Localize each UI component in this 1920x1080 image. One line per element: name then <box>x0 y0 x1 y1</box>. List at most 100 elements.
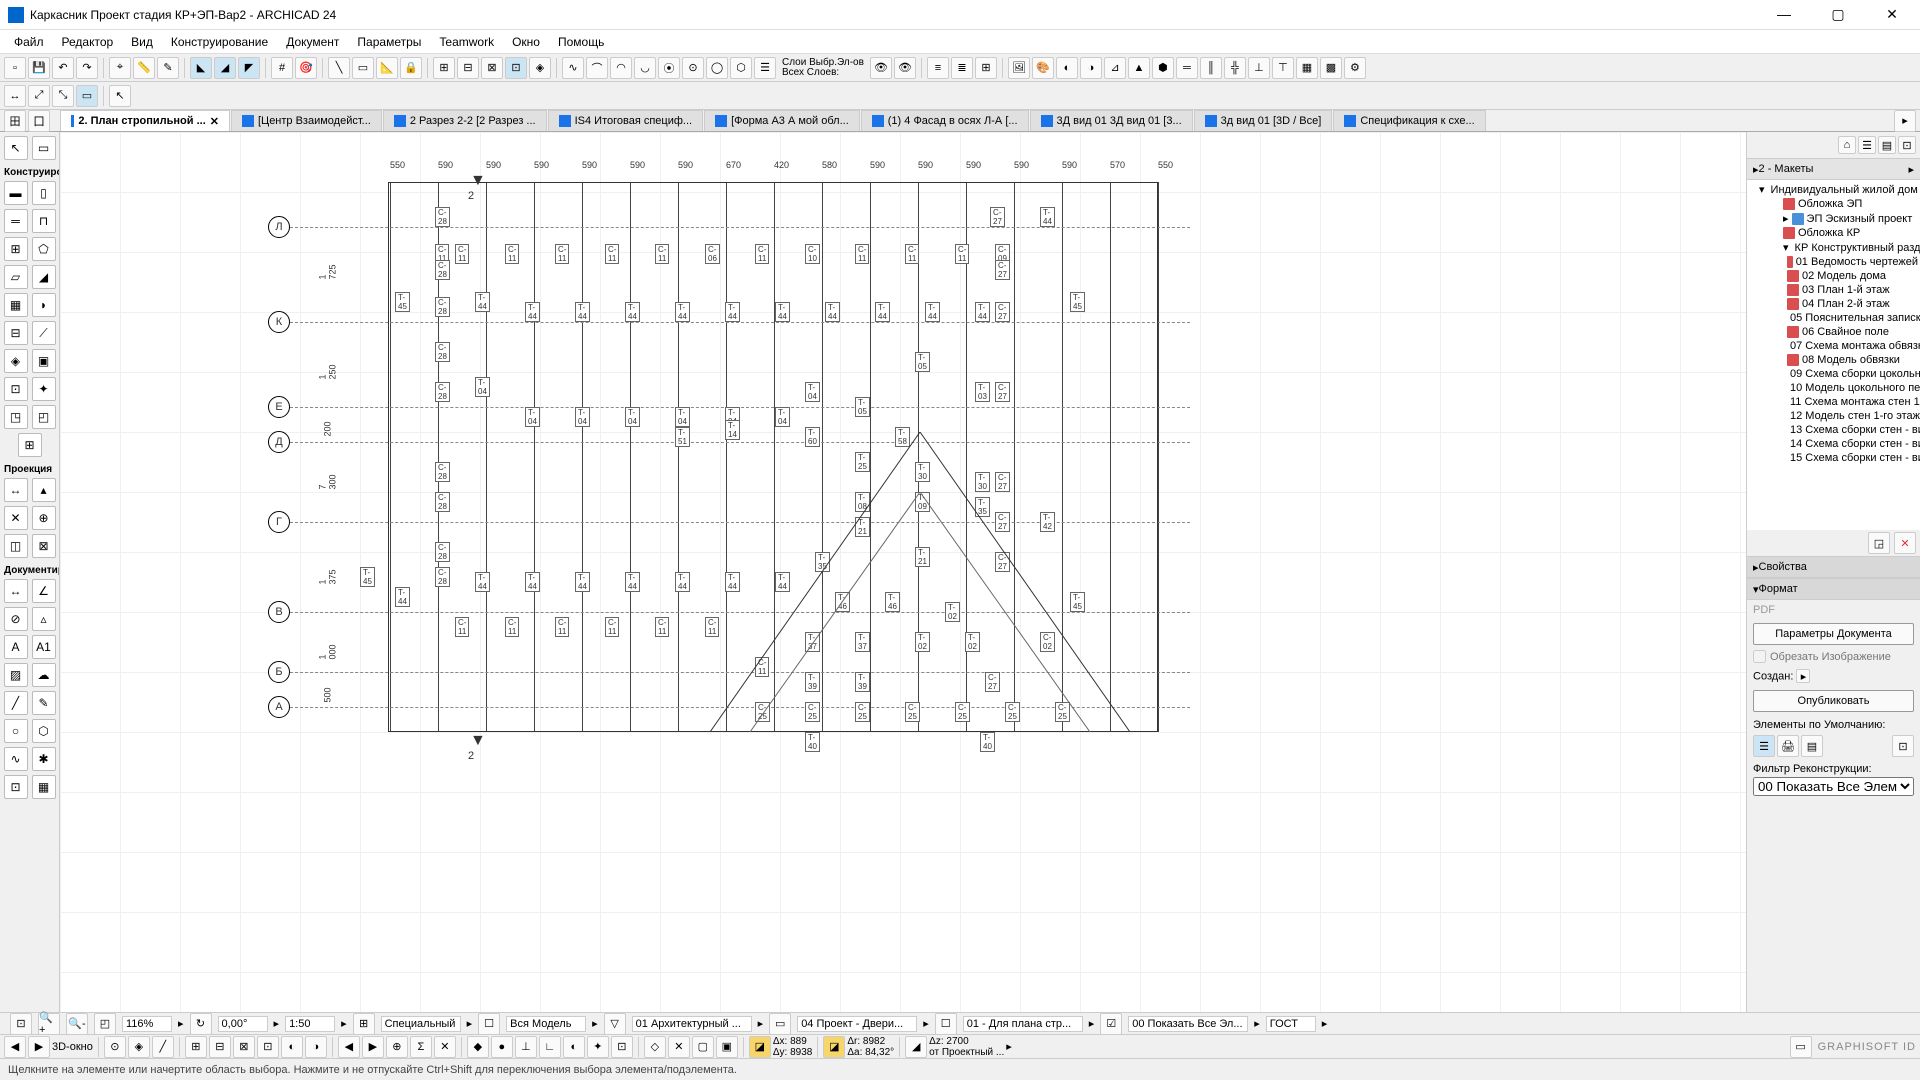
cloud-tool-icon[interactable]: ☁ <box>32 663 56 687</box>
nav-tree-icon[interactable]: ☰ <box>1858 136 1876 154</box>
nav-home-icon[interactable]: ⌂ <box>1838 136 1856 154</box>
tab-close-icon[interactable]: ✕ <box>210 115 219 128</box>
tree-root[interactable]: ▾Индивидуальный жилой дом в п. <box>1747 182 1920 197</box>
layercombo-icon[interactable]: ▽ <box>604 1013 626 1035</box>
doc-params-button[interactable]: Параметры Документа <box>1753 623 1914 645</box>
menu-construction[interactable]: Конструирование <box>163 33 276 51</box>
layer-combo3[interactable]: 01 - Для плана стр... <box>963 1016 1083 1032</box>
fill-tool-icon[interactable]: ▨ <box>4 663 28 687</box>
c16-icon[interactable]: ● <box>491 1036 513 1058</box>
tab-5[interactable]: (1) 4 Фасад в осях Л-А [... <box>861 110 1029 131</box>
def4-icon[interactable]: ⊡ <box>1892 735 1914 757</box>
render15-icon[interactable]: ⚙ <box>1344 57 1366 79</box>
zoom-fit-icon[interactable]: ◰ <box>94 1013 116 1035</box>
c7-icon[interactable]: ⊡ <box>257 1036 279 1058</box>
tree-item-7[interactable]: 04 План 2-й этаж <box>1747 297 1920 311</box>
tab-2[interactable]: 2 Разрез 2-2 [2 Разрез ... <box>383 110 547 131</box>
tree-item-10[interactable]: 07 Схема монтажа обвязки св <box>1747 339 1920 353</box>
tab-8[interactable]: Спецификация к схе... <box>1333 110 1485 131</box>
elev2-tool-icon[interactable]: ▵ <box>32 607 56 631</box>
tool-e-icon[interactable]: ◈ <box>529 57 551 79</box>
rect-icon[interactable]: ▭ <box>352 57 374 79</box>
layercombo2-icon[interactable]: ▭ <box>769 1013 791 1035</box>
pen-tool-icon[interactable]: ✎ <box>32 691 56 715</box>
coord-nav1-icon[interactable]: ◀ <box>4 1036 26 1058</box>
text-tool-icon[interactable]: A <box>4 635 28 659</box>
showall-icon[interactable]: ☑ <box>1100 1013 1122 1035</box>
menu-help[interactable]: Помощь <box>550 33 612 51</box>
snap-icon[interactable]: 🎯 <box>295 57 317 79</box>
c1-icon[interactable]: ⊙ <box>104 1036 126 1058</box>
render2-icon[interactable]: 🎨 <box>1032 57 1054 79</box>
def2-icon[interactable]: 🖨 <box>1777 735 1799 757</box>
subtool2-icon[interactable]: ⤢ <box>28 85 50 107</box>
tree-item-4[interactable]: 01 Ведомость чертежей <box>1747 255 1920 269</box>
c2-icon[interactable]: ◈ <box>128 1036 150 1058</box>
circle-tool-icon[interactable]: ○ <box>4 719 28 743</box>
model-icon[interactable]: ⊞ <box>353 1013 375 1035</box>
curve5-icon[interactable]: ⦿ <box>658 57 680 79</box>
mode3-icon[interactable]: ◤ <box>238 57 260 79</box>
arrow-tool-icon[interactable]: ↖ <box>4 136 28 160</box>
save-icon[interactable]: 💾 <box>28 57 50 79</box>
curve6-icon[interactable]: ⊙ <box>682 57 704 79</box>
rad-tool-icon[interactable]: ⊘ <box>4 607 28 631</box>
render5-icon[interactable]: ⊿ <box>1104 57 1126 79</box>
tree-item-6[interactable]: 03 План 1-й этаж <box>1747 283 1920 297</box>
hotspot-tool-icon[interactable]: ✱ <box>32 747 56 771</box>
curve2-icon[interactable]: ⌒ <box>586 57 608 79</box>
crop-checkbox[interactable]: Обрезать Изображение <box>1747 648 1920 665</box>
tree-delete-icon[interactable]: ✕ <box>1894 532 1916 554</box>
publish-button[interactable]: Опубликовать <box>1753 690 1914 712</box>
elev-tool-icon[interactable]: ⊠ <box>32 534 56 558</box>
nav-pub-icon[interactable]: ⊡ <box>1898 136 1916 154</box>
special-combo[interactable]: Специальный <box>381 1016 461 1032</box>
tab-1[interactable]: [Центр Взаимодейст... <box>231 110 382 131</box>
layercombo3-icon[interactable]: ☐ <box>935 1013 957 1035</box>
roof-tool-icon[interactable]: ◢ <box>32 265 56 289</box>
redo-icon[interactable]: ↷ <box>76 57 98 79</box>
tree-item-18[interactable]: 15 Схема сборки стен - вид 1. <box>1747 451 1920 465</box>
ra-toggle-icon[interactable]: ◪ <box>823 1036 845 1058</box>
z-icon[interactable]: ◢ <box>905 1036 927 1058</box>
subtool3-icon[interactable]: ⤡ <box>52 85 74 107</box>
window-tool-icon[interactable]: ⊞ <box>4 237 28 261</box>
pick-icon[interactable]: ⌖ <box>109 57 131 79</box>
measure-icon[interactable]: 📏 <box>133 57 155 79</box>
maximize-button[interactable]: ▢ <box>1818 6 1858 23</box>
rot-value[interactable]: 0,00° <box>218 1016 268 1032</box>
render6-icon[interactable]: ▲ <box>1128 57 1150 79</box>
c15-icon[interactable]: ◆ <box>467 1036 489 1058</box>
c20-icon[interactable]: ✦ <box>587 1036 609 1058</box>
edit-icon[interactable]: ✎ <box>157 57 179 79</box>
zoom-value[interactable]: 116% <box>122 1016 172 1032</box>
label-tool-icon[interactable]: A1 <box>32 635 56 659</box>
tool-b-icon[interactable]: ⊟ <box>457 57 479 79</box>
c5-icon[interactable]: ⊟ <box>209 1036 231 1058</box>
curtain-tool-icon[interactable]: ⊟ <box>4 321 28 345</box>
layer-combo1[interactable]: 01 Архитектурный ... <box>632 1016 752 1032</box>
render1-icon[interactable]: 🖼 <box>1008 57 1030 79</box>
menu-teamwork[interactable]: Teamwork <box>431 33 502 51</box>
props-header[interactable]: ▸ Свойства <box>1747 556 1920 578</box>
id-icon[interactable]: ▭ <box>1790 1036 1812 1058</box>
tree-item-17[interactable]: 14 Схема сборки стен - вид 1. <box>1747 437 1920 451</box>
mesh-tool-icon[interactable]: ▦ <box>4 293 28 317</box>
lamp-tool-icon[interactable]: ✦ <box>32 377 56 401</box>
draw-tool-icon[interactable]: ▦ <box>32 775 56 799</box>
shell-tool-icon[interactable]: ◗ <box>32 293 56 317</box>
subtool4-icon[interactable]: ▭ <box>76 85 98 107</box>
render3-icon[interactable]: ◐ <box>1056 57 1078 79</box>
c13-icon[interactable]: Σ <box>410 1036 432 1058</box>
tree-item-15[interactable]: 12 Модель стен 1-го этажа <box>1747 409 1920 423</box>
ruler-icon[interactable]: 📐 <box>376 57 398 79</box>
canvas[interactable]: 5505905905905905905906704205805905905905… <box>60 132 1746 1012</box>
tab-6[interactable]: 3Д вид 01 3Д вид 01 [3... <box>1030 110 1193 131</box>
menu-document[interactable]: Документ <box>278 33 347 51</box>
format-header[interactable]: ▾ Формат <box>1747 578 1920 600</box>
tree-item-0[interactable]: Обложка ЭП <box>1747 197 1920 211</box>
mode1-icon[interactable]: ◣ <box>190 57 212 79</box>
render14-icon[interactable]: ▩ <box>1320 57 1342 79</box>
render13-icon[interactable]: ▦ <box>1296 57 1318 79</box>
curve8-icon[interactable]: ⬡ <box>730 57 752 79</box>
